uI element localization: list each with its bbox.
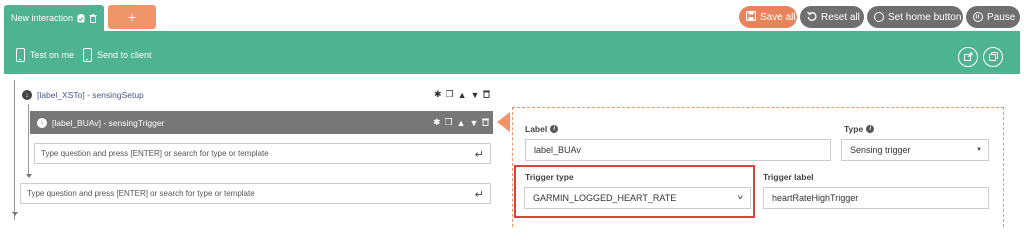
send-to-client-button[interactable]: Send to client: [83, 48, 152, 62]
add-tab-button[interactable]: +: [108, 5, 156, 29]
trash-icon[interactable]: [89, 13, 97, 23]
node-tools: ✱ ❐ ▲ ▼: [434, 89, 491, 100]
move-up-icon[interactable]: ▲: [458, 90, 467, 100]
share-icon: [963, 52, 973, 63]
enter-icon[interactable]: ↵: [475, 188, 484, 201]
reset-all-label: Reset all: [821, 11, 860, 23]
pause-label: Pause: [987, 11, 1016, 23]
type-caption: Type i: [844, 124, 875, 134]
tree-node-sensing-trigger[interactable]: ↓ [label_BUAv] - sensingTrigger ✱ ❐ ▲ ▼: [30, 111, 493, 134]
chevron-down-icon: ∨: [736, 194, 744, 201]
set-home-button[interactable]: Set home button: [867, 6, 963, 28]
node-tools: ✱ ❐ ▲ ▼: [433, 117, 490, 128]
share-button[interactable]: [958, 47, 978, 67]
tab-label: New interaction: [11, 13, 74, 23]
save-all-button[interactable]: Save all: [739, 6, 797, 28]
caret-down-icon: ▼: [976, 147, 982, 153]
tab-bar: New interaction + Save all Reset all Set…: [0, 0, 1024, 31]
caret-down-icon: [26, 174, 32, 178]
input-placeholder: Type question and press [ENTER] or searc…: [41, 149, 269, 158]
copy-icon[interactable]: ❐: [445, 117, 453, 128]
pause-button[interactable]: Pause: [966, 6, 1020, 28]
trigger-label-value: heartRateHighTrigger: [772, 193, 859, 203]
test-on-me-button[interactable]: Test on me: [16, 48, 74, 62]
info-icon[interactable]: i: [866, 125, 875, 133]
move-down-icon[interactable]: ▼: [470, 118, 479, 128]
collapse-icon[interactable]: ↓: [22, 90, 32, 100]
trigger-type-caption: Trigger type: [525, 172, 574, 182]
asterisk-icon[interactable]: ✱: [434, 89, 442, 100]
tree-node-sensing-setup[interactable]: ↓ [label_XSTo] - sensingSetup ✱ ❐ ▲ ▼: [22, 87, 492, 103]
info-icon[interactable]: i: [550, 125, 559, 133]
label-caption-text: Label: [525, 124, 548, 134]
trigger-label-caption-text: Trigger label: [763, 172, 814, 182]
type-value: Sensing trigger: [850, 145, 911, 155]
trash-icon[interactable]: [482, 118, 490, 128]
phone-icon: [83, 48, 92, 62]
question-input-outer[interactable]: Type question and press [ENTER] or searc…: [20, 183, 491, 204]
node-label: [label_BUAv] - sensingTrigger: [52, 117, 165, 128]
type-caption-text: Type: [844, 124, 864, 134]
undo-icon: [807, 11, 817, 24]
trigger-label-caption: Trigger label: [763, 172, 814, 182]
trigger-type-caption-text: Trigger type: [525, 172, 574, 182]
trigger-type-select[interactable]: GARMIN_LOGGED_HEART_RATE ∨: [524, 187, 751, 209]
caret-down-icon: [12, 212, 18, 216]
question-input-inner[interactable]: Type question and press [ENTER] or searc…: [34, 143, 491, 164]
input-placeholder: Type question and press [ENTER] or searc…: [27, 189, 255, 198]
tree-connector: [28, 104, 29, 176]
test-on-me-label: Test on me: [30, 50, 75, 60]
save-all-label: Save all: [760, 11, 796, 23]
reset-all-button[interactable]: Reset all: [800, 6, 864, 28]
tab-new-interaction[interactable]: New interaction: [4, 5, 104, 31]
selection-pointer: [497, 112, 510, 132]
clipboard-icon[interactable]: [77, 13, 85, 23]
collapse-icon[interactable]: ↓: [37, 117, 47, 128]
tree-connector: [14, 80, 15, 220]
phone-icon: [16, 48, 25, 62]
action-toolbar: Test on me Send to client: [4, 31, 1020, 74]
copy-icon: [988, 51, 998, 63]
type-select[interactable]: Sensing trigger ▼: [841, 139, 989, 161]
pause-icon: [973, 12, 983, 22]
label-caption: Label i: [525, 124, 559, 134]
label-field[interactable]: label_BUAv: [525, 139, 831, 161]
trigger-type-value: GARMIN_LOGGED_HEART_RATE: [533, 193, 677, 203]
move-down-icon[interactable]: ▼: [471, 90, 480, 100]
trash-icon[interactable]: [483, 90, 491, 100]
floppy-icon: [745, 10, 757, 24]
enter-icon[interactable]: ↵: [475, 148, 484, 161]
move-up-icon[interactable]: ▲: [457, 118, 466, 128]
trigger-label-field[interactable]: heartRateHighTrigger: [763, 187, 989, 209]
circle-icon: [874, 12, 884, 22]
send-to-client-label: Send to client: [97, 50, 152, 60]
copy-icon[interactable]: ❐: [446, 89, 454, 100]
asterisk-icon[interactable]: ✱: [433, 117, 441, 128]
node-label: [label_XSTo] - sensingSetup: [37, 90, 144, 100]
set-home-label: Set home button: [888, 11, 962, 23]
duplicate-button[interactable]: [983, 47, 1003, 67]
label-value: label_BUAv: [534, 145, 581, 155]
